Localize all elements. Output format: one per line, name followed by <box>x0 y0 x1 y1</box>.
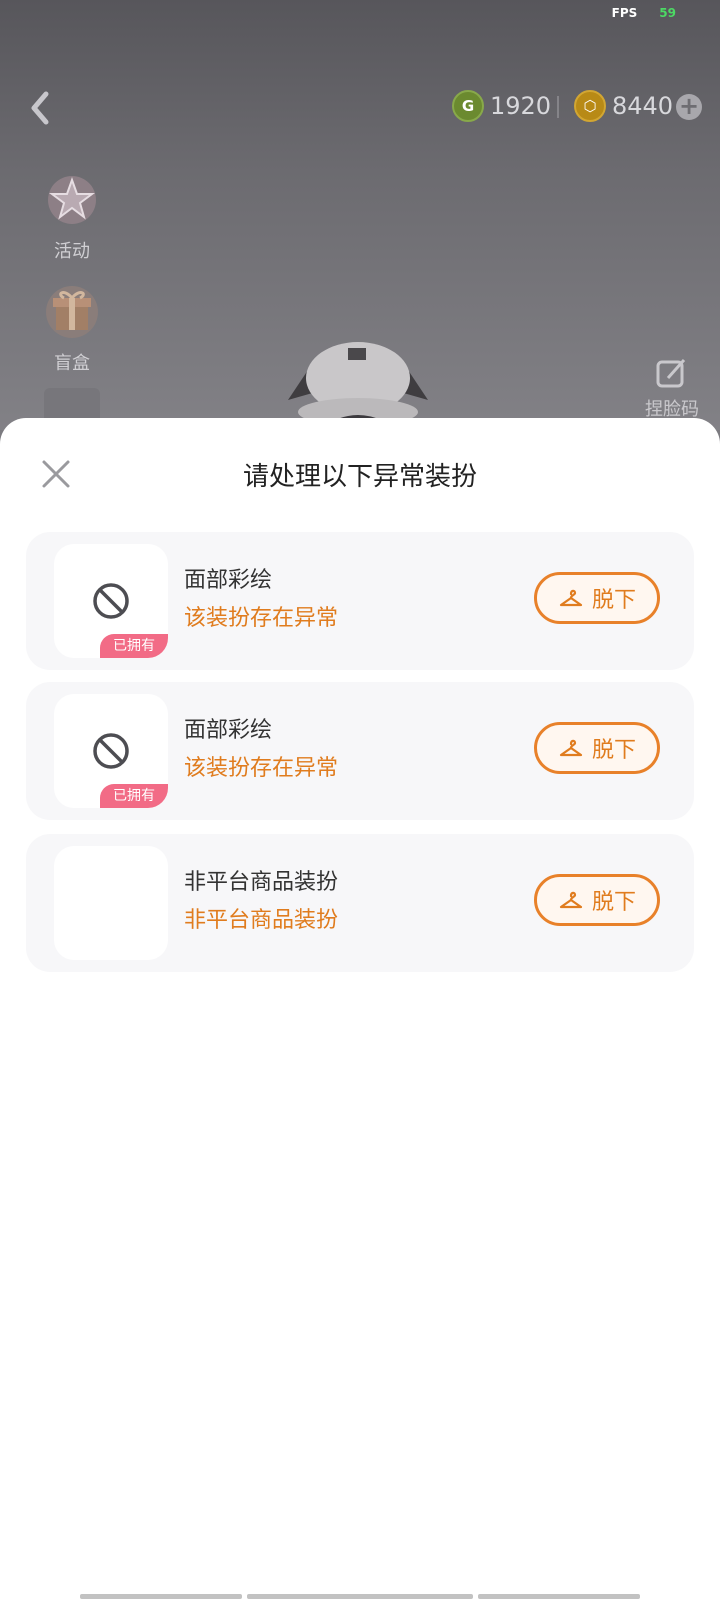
remove-outfit-button[interactable]: 脱下 <box>534 874 660 926</box>
hanger-icon <box>559 589 583 607</box>
currency-gold: ⬡ 8440 <box>574 90 673 122</box>
green-coin-icon: G <box>452 90 484 122</box>
currency-green-amount: 1920 <box>490 92 552 120</box>
add-currency-button[interactable]: + <box>676 94 702 120</box>
sidebar-item-blindbox[interactable]: 盲盒 <box>36 280 108 375</box>
remove-outfit-button[interactable]: 脱下 <box>534 572 660 624</box>
remove-outfit-button[interactable]: 脱下 <box>534 722 660 774</box>
outfit-name: 非平台商品装扮 <box>184 870 339 895</box>
gesture-bar <box>247 1594 473 1599</box>
currency-green: G 1920 <box>452 90 551 122</box>
ban-icon <box>93 733 129 769</box>
outfit-thumbnail: 已拥有 <box>54 694 168 808</box>
outfit-card: 已拥有 面部彩绘 该装扮存在异常 脱下 <box>26 682 694 820</box>
outfit-status: 非平台商品装扮 <box>184 908 339 933</box>
chevron-left-icon <box>31 91 49 125</box>
owned-badge: 已拥有 <box>100 634 168 658</box>
currency-divider <box>557 96 559 118</box>
gift-box-icon <box>46 286 98 338</box>
sheet-title: 请处理以下异常装扮 <box>242 462 477 492</box>
ban-icon <box>93 583 129 619</box>
sidebar-item-label: 活动 <box>54 241 90 262</box>
outfit-status: 该装扮存在异常 <box>184 756 339 781</box>
remove-label: 脱下 <box>591 738 636 763</box>
outfit-thumbnail <box>54 846 168 960</box>
gesture-bar <box>80 1594 242 1599</box>
fps-value: 59 <box>659 6 676 20</box>
edit-icon <box>656 359 686 388</box>
outfit-thumbnail: 已拥有 <box>54 544 168 658</box>
currency-gold-amount: 8440 <box>612 92 674 120</box>
face-code-button[interactable]: 捏脸码 <box>638 356 706 421</box>
sidebar-item-label: 盲盒 <box>54 353 90 374</box>
outfit-name: 面部彩绘 <box>184 568 273 593</box>
sidebar-item-activity[interactable]: 活动 <box>36 168 108 263</box>
gold-coin-icon: ⬡ <box>574 90 606 122</box>
fps-counter: FPS 59 <box>612 6 676 20</box>
outfit-status: 该装扮存在异常 <box>184 606 339 631</box>
character-avatar <box>288 342 428 430</box>
star-badge-icon <box>48 176 96 224</box>
fps-label: FPS <box>611 6 638 20</box>
owned-badge: 已拥有 <box>100 784 168 808</box>
outfit-name: 面部彩绘 <box>184 718 273 743</box>
hanger-icon <box>559 739 583 757</box>
outfit-card: 非平台商品装扮 非平台商品装扮 脱下 <box>26 834 694 972</box>
hanger-icon <box>559 891 583 909</box>
remove-label: 脱下 <box>591 890 636 915</box>
outfit-card: 已拥有 面部彩绘 该装扮存在异常 脱下 <box>26 532 694 670</box>
sidebar-item-partial[interactable] <box>44 388 100 418</box>
back-button[interactable] <box>22 88 62 128</box>
gesture-bar <box>478 1594 640 1599</box>
remove-label: 脱下 <box>591 588 636 613</box>
